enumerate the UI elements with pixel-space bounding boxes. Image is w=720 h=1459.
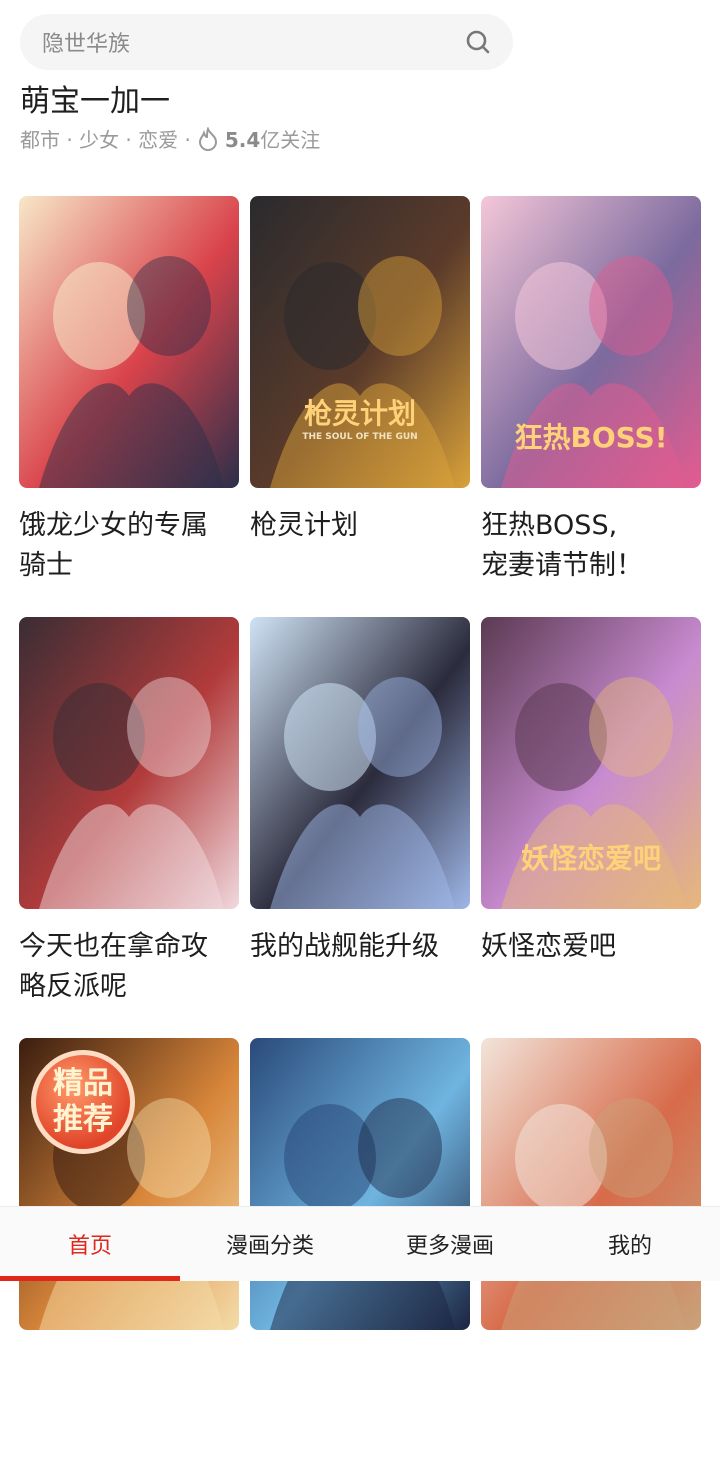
comic-title[interactable]: 妖怪恋爱吧: [481, 927, 701, 967]
comic-title[interactable]: 饿龙少女的专属 骑士: [19, 506, 239, 586]
comic-cover-image[interactable]: 精品 推荐: [19, 1038, 239, 1330]
search-input[interactable]: 隐世华族: [42, 26, 465, 58]
tab-label: 我的: [607, 1234, 652, 1259]
comic-cover-image[interactable]: [19, 617, 239, 909]
follow-unit: 亿关注: [260, 128, 321, 152]
comic-cover-image[interactable]: [250, 617, 470, 909]
cover-title-art: 枪灵计划: [303, 397, 416, 430]
comic-card[interactable]: 妖怪恋爱吧 妖怪恋爱吧: [481, 617, 701, 1038]
tab-label: 更多漫画: [405, 1234, 494, 1259]
genre-tags: 都市 · 少女 · 恋爱 ·: [20, 128, 191, 152]
comic-cover-image[interactable]: 狂热BOSS!: [481, 196, 701, 488]
comic-card[interactable]: 今天也在拿命攻 略反派呢: [19, 617, 239, 1038]
search-icon[interactable]: [465, 29, 491, 55]
search-bar[interactable]: 隐世华族: [20, 14, 513, 70]
bottom-tab-bar: 首页 漫画分类 更多漫画 我的: [0, 1206, 720, 1281]
flame-icon: [198, 126, 217, 151]
comic-cover-image[interactable]: 枪灵计划 THE SOUL OF THE GUN: [250, 196, 470, 488]
follow-count: 5.4: [224, 128, 261, 152]
comic-title[interactable]: 我的战舰能升级: [250, 927, 470, 967]
comic-title[interactable]: 狂热BOSS, 宠妻请节制！: [481, 506, 701, 586]
tab-more-comics[interactable]: 更多漫画: [360, 1207, 540, 1281]
tab-mine[interactable]: 我的: [540, 1207, 720, 1281]
comic-card[interactable]: 枪灵计划 THE SOUL OF THE GUN 枪灵计划: [250, 196, 470, 617]
tab-label: 漫画分类: [225, 1234, 314, 1259]
featured-comic-meta: 都市 · 少女 · 恋爱 · 5.4亿关注: [20, 124, 320, 153]
tab-categories[interactable]: 漫画分类: [180, 1207, 360, 1281]
comic-title[interactable]: 今天也在拿命攻 略反派呢: [19, 927, 239, 1007]
comic-card[interactable]: 狂热BOSS! 狂热BOSS, 宠妻请节制！: [481, 196, 701, 617]
cover-subtitle-art: THE SOUL OF THE GUN: [302, 432, 418, 442]
comic-card[interactable]: 饿龙少女的专属 骑士: [19, 196, 239, 617]
comic-cover-image[interactable]: 妖怪恋爱吧: [481, 617, 701, 909]
featured-comic-title[interactable]: 萌宝一加一: [20, 76, 170, 120]
premium-recommend-badge: 精品 推荐: [31, 1050, 135, 1154]
tab-home[interactable]: 首页: [0, 1207, 180, 1281]
tab-label: 首页: [67, 1234, 112, 1259]
comic-title[interactable]: 枪灵计划: [250, 506, 470, 546]
comic-cover-image[interactable]: [250, 1038, 470, 1330]
cover-title-art: 妖怪恋爱吧: [520, 842, 661, 875]
comic-cover-image[interactable]: [481, 1038, 701, 1330]
comic-card[interactable]: 我的战舰能升级: [250, 617, 470, 1038]
active-tab-indicator: [0, 1276, 180, 1281]
cover-title-art: 狂热BOSS!: [514, 421, 668, 454]
comic-cover-image[interactable]: [19, 196, 239, 488]
